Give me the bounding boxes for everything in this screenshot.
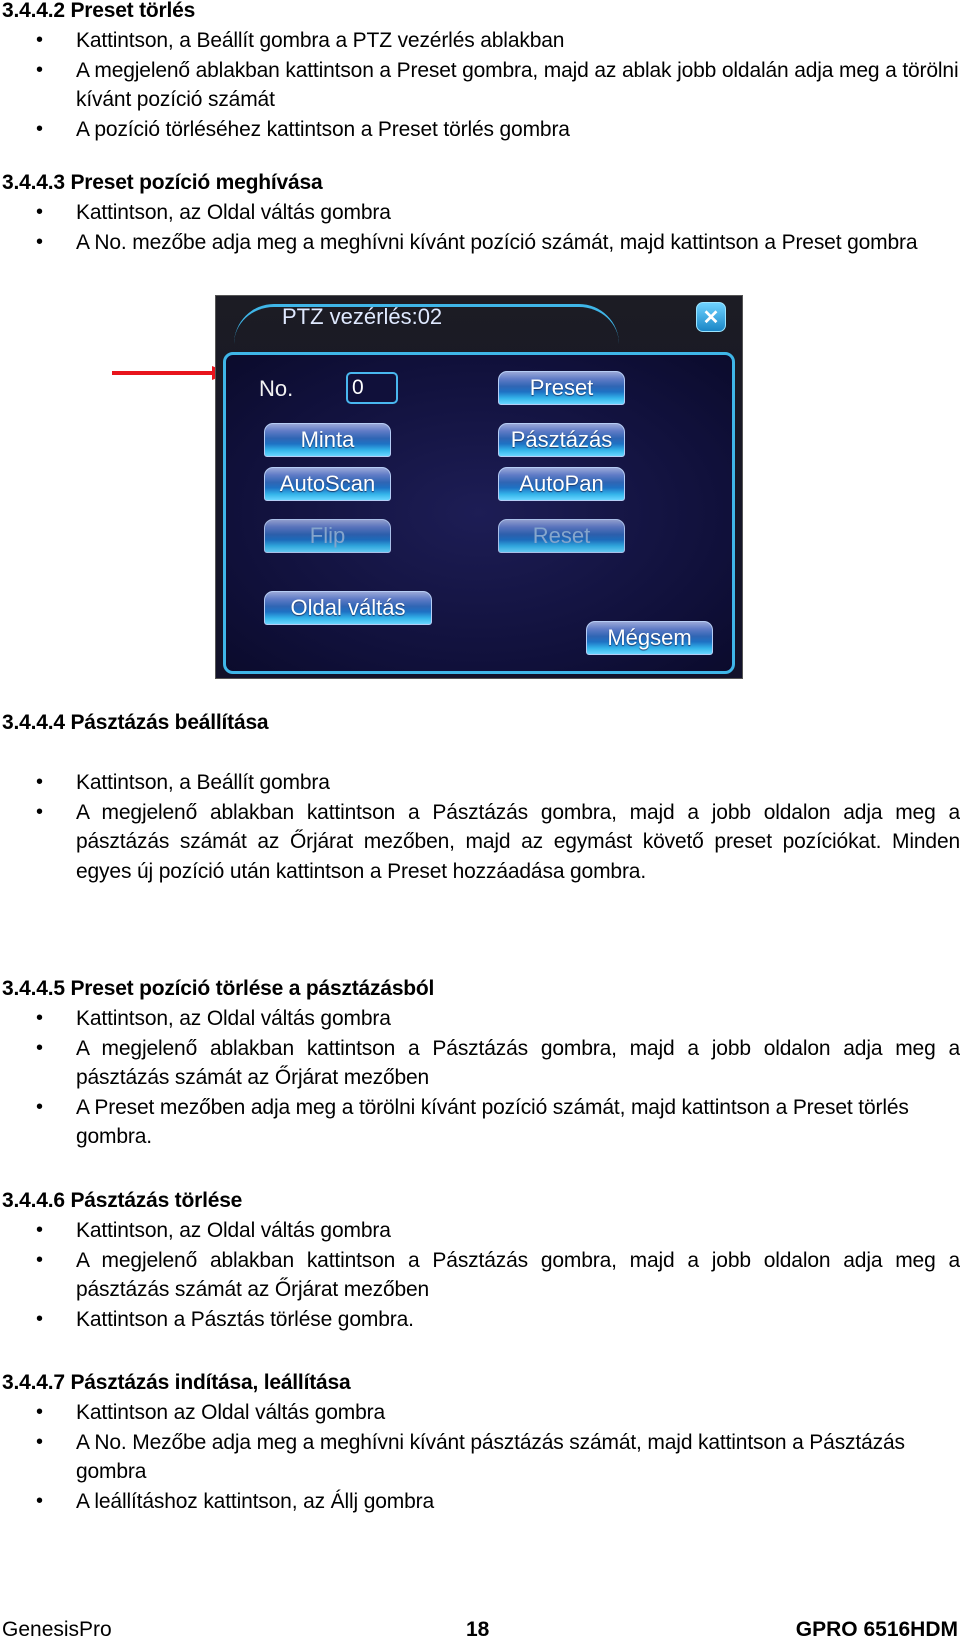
close-button[interactable]: ✕ <box>696 302 726 332</box>
reset-button: Reset <box>498 519 625 553</box>
list-item: A megjelenő ablakban kattintson a Pásztá… <box>0 1034 960 1093</box>
bullet-list: Kattintson, az Oldal váltás gombra A No.… <box>0 198 960 257</box>
ptz-control-dialog: PTZ vezérlés:02 ✕ No. Preset Minta Pászt… <box>215 295 743 679</box>
section-heading: 3.4.4.5 Preset pozíció törlése a pásztáz… <box>2 977 435 1000</box>
section-heading: 3.4.4.4 Pásztázás beállítása <box>2 711 269 734</box>
minta-button[interactable]: Minta <box>264 423 391 457</box>
section-heading: 3.4.4.7 Pásztázás indítása, leállítása <box>2 1371 351 1394</box>
footer-brand: GenesisPro <box>2 1618 112 1641</box>
list-item: Kattintson a Pásztás törlése gombra. <box>0 1305 960 1335</box>
list-item: A No. mezőbe adja meg a meghívni kívánt … <box>0 228 960 258</box>
list-item: A megjelenő ablakban kattintson a Pásztá… <box>0 1246 960 1305</box>
no-label: No. <box>259 376 294 401</box>
list-item: A pozíció törléséhez kattintson a Preset… <box>0 115 960 145</box>
footer-model: GPRO 6516HDM <box>795 1618 958 1641</box>
list-item: Kattintson, az Oldal váltás gombra <box>0 198 960 228</box>
dialog-title: PTZ vezérlés:02 <box>282 304 443 329</box>
flip-button: Flip <box>264 519 391 553</box>
close-x-icon: ✕ <box>702 307 720 329</box>
section-heading: 3.4.4.3 Preset pozíció meghívása <box>2 171 323 194</box>
list-item: A leállításhoz kattintson, az Állj gombr… <box>0 1487 960 1517</box>
autoscan-button[interactable]: AutoScan <box>264 467 391 501</box>
list-item: A Preset mezőben adja meg a törölni kívá… <box>0 1093 960 1152</box>
dialog-body: No. Preset Minta Pásztázás AutoScan Auto… <box>223 352 735 674</box>
list-item: Kattintson, az Oldal váltás gombra <box>0 1004 960 1034</box>
list-item: Kattintson, a Beállít gombra a PTZ vezér… <box>0 26 960 56</box>
bullet-list: Kattintson, az Oldal váltás gombra A meg… <box>0 1004 960 1152</box>
bullet-list: Kattintson, az Oldal váltás gombra A meg… <box>0 1216 960 1334</box>
oldal-valtas-button[interactable]: Oldal váltás <box>264 591 432 625</box>
list-item: Kattintson, az Oldal váltás gombra <box>0 1216 960 1246</box>
annotation-arrow-icon <box>112 366 230 380</box>
pasztazas-button[interactable]: Pásztázás <box>498 423 625 457</box>
page-number: 18 <box>466 1618 490 1641</box>
bullet-list: Kattintson, a Beállít gombra a PTZ vezér… <box>0 26 960 144</box>
no-field[interactable] <box>346 372 398 404</box>
section-heading: 3.4.4.6 Pásztázás törlése <box>2 1189 243 1212</box>
bullet-list: Kattintson, a Beállít gombra A megjelenő… <box>0 768 960 886</box>
list-item: A No. Mezőbe adja meg a meghívni kívánt … <box>0 1428 960 1487</box>
list-item: Kattintson, a Beállít gombra <box>0 768 960 798</box>
list-item: A megjelenő ablakban kattintson a Preset… <box>0 56 960 115</box>
list-item: Kattintson az Oldal váltás gombra <box>0 1398 960 1428</box>
bullet-list: Kattintson az Oldal váltás gombra A No. … <box>0 1398 960 1516</box>
preset-button[interactable]: Preset <box>498 371 625 405</box>
autopan-button[interactable]: AutoPan <box>498 467 625 501</box>
megsem-button[interactable]: Mégsem <box>586 621 713 655</box>
list-item: A megjelenő ablakban kattintson a Pásztá… <box>0 798 960 887</box>
section-heading: 3.4.4.2 Preset törlés <box>2 0 196 22</box>
